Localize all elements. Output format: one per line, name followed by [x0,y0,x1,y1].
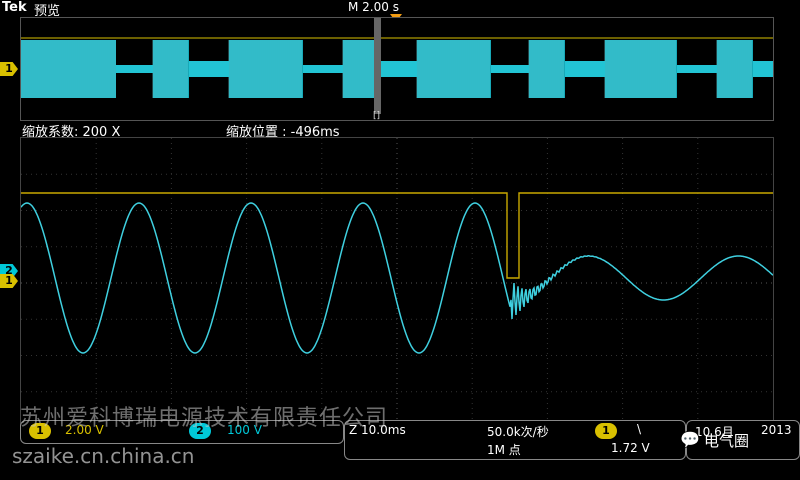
zoom-window-marker [374,18,381,114]
record-length: 1M 点 [487,443,521,457]
main-plot [20,138,774,428]
overview-gap [303,65,343,73]
overview-plot: [] [20,18,773,121]
zoom-cursor-mark: [] [373,111,380,120]
ch2-overview-trace [20,40,773,98]
brand-logo: Tek [2,0,27,15]
ch1-overview-marker[interactable]: 1 [0,62,18,76]
overview-gap [377,61,417,77]
trigger-source-badge: 1 [595,423,617,439]
overview-gap [565,61,605,77]
overview-gap [189,61,229,77]
overview-gap [677,65,717,73]
horizontal-scale: M 2.00 s [348,0,399,14]
wechat-icon: 💬 [680,430,700,449]
sample-rate: 50.0k次/秒 [487,425,549,439]
trigger-slope-icon: \ [637,422,642,436]
ch1-ground-marker[interactable]: 1 [0,274,18,288]
overview-gap [753,61,773,77]
overview-burst [343,40,377,98]
overview-burst [229,40,303,98]
overview-burst [417,40,491,98]
wechat-label: 电气圈 [704,432,750,450]
overview-gap [491,65,529,73]
overview-waveform: [] [20,17,774,121]
trigger-level: 1.72 V [611,441,650,455]
overview-gap [116,65,153,73]
graticule-grid [21,138,773,428]
company-watermark: 苏州爱科博瑞电源技术有限责任公司 [20,406,389,431]
url-watermark: szaike.cn.china.cn [12,444,195,468]
zoom-info-bar: 缩放系数: 200 X 缩放位置 : -496ms [22,121,782,140]
acquisition-readout[interactable]: Z 10.0ms 50.0k次/秒 1M 点 1 \ 1.72 V [344,420,686,460]
wechat-watermark: 💬 电气圈 [680,424,790,454]
main-graticule [20,137,774,429]
